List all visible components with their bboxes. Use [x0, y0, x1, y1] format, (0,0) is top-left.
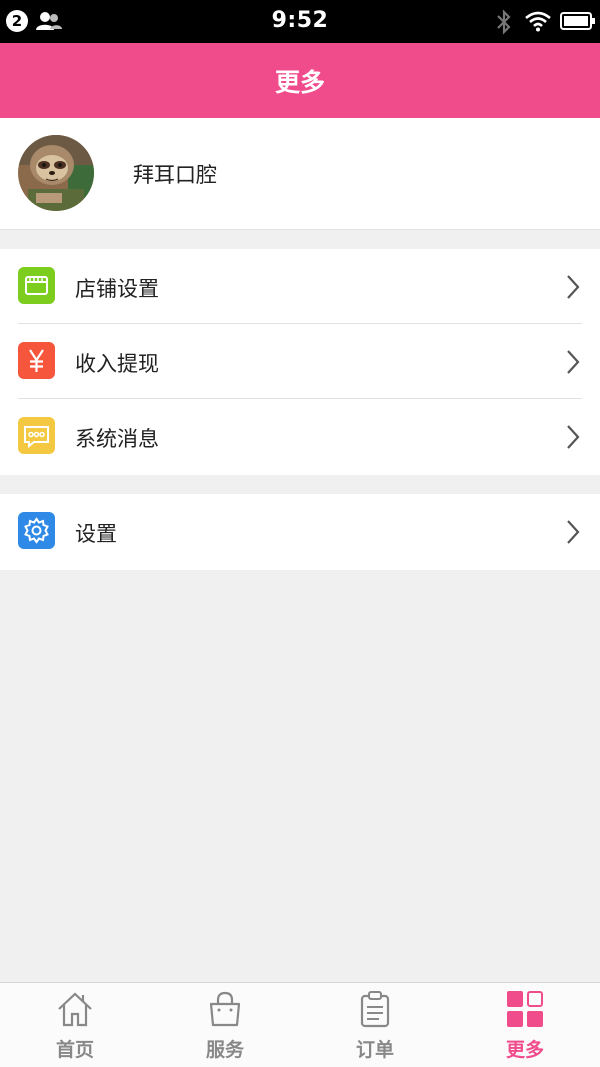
bluetooth-icon: [497, 9, 511, 35]
menu-item-settings[interactable]: 设置: [0, 494, 600, 569]
menu-label-settings: 设置: [75, 522, 117, 546]
chevron-right-icon: [567, 425, 580, 449]
tab-home[interactable]: 首页: [0, 983, 150, 1067]
wifi-icon: [525, 11, 551, 32]
battery-icon: [560, 12, 595, 30]
grid-icon: [507, 991, 543, 1027]
chevron-right-icon: [567, 520, 580, 544]
more-screen: 2 9:52 更多 拜耳口腔 店铺设置 收入提现 系统消息 设置 首页 服务 订…: [0, 0, 600, 1067]
home-icon: [58, 992, 92, 1027]
tab-label-more: 更多: [505, 1039, 544, 1061]
tab-orders[interactable]: 订单: [300, 983, 450, 1067]
clipboard-icon: [360, 991, 390, 1028]
menu-item-system-messages[interactable]: 系统消息: [0, 399, 600, 474]
gear-icon: [18, 512, 55, 549]
menu-item-store-settings[interactable]: 店铺设置: [0, 249, 600, 324]
avatar-sloth-image: [18, 135, 94, 211]
profile-row[interactable]: 拜耳口腔: [0, 118, 600, 230]
avatar[interactable]: [18, 135, 94, 211]
tab-label-service: 服务: [205, 1039, 244, 1061]
bag-icon: [209, 991, 241, 1027]
tab-service[interactable]: 服务: [150, 983, 300, 1067]
store-icon: [18, 267, 55, 304]
menu-label-store-settings: 店铺设置: [75, 277, 159, 301]
menu-group-main: 店铺设置 收入提现 系统消息: [0, 249, 600, 475]
tab-more[interactable]: 更多: [450, 983, 600, 1067]
chevron-right-icon: [567, 275, 580, 299]
bottom-tab-bar: 首页 服务 订单 更多: [0, 982, 600, 1067]
chevron-right-icon: [567, 350, 580, 374]
menu-item-income-withdraw[interactable]: 收入提现: [0, 324, 600, 399]
menu-label-system-messages: 系统消息: [75, 427, 159, 451]
menu-group-settings: 设置: [0, 494, 600, 570]
yuan-icon: [18, 342, 55, 379]
page-title: 更多: [274, 68, 325, 97]
header-bar: 更多: [0, 43, 600, 118]
status-bar: 2 9:52: [0, 0, 600, 43]
message-icon: [18, 417, 55, 454]
menu-label-income-withdraw: 收入提现: [75, 352, 159, 376]
tab-label-orders: 订单: [355, 1039, 394, 1061]
tab-label-home: 首页: [55, 1039, 94, 1061]
profile-name: 拜耳口腔: [133, 163, 217, 187]
